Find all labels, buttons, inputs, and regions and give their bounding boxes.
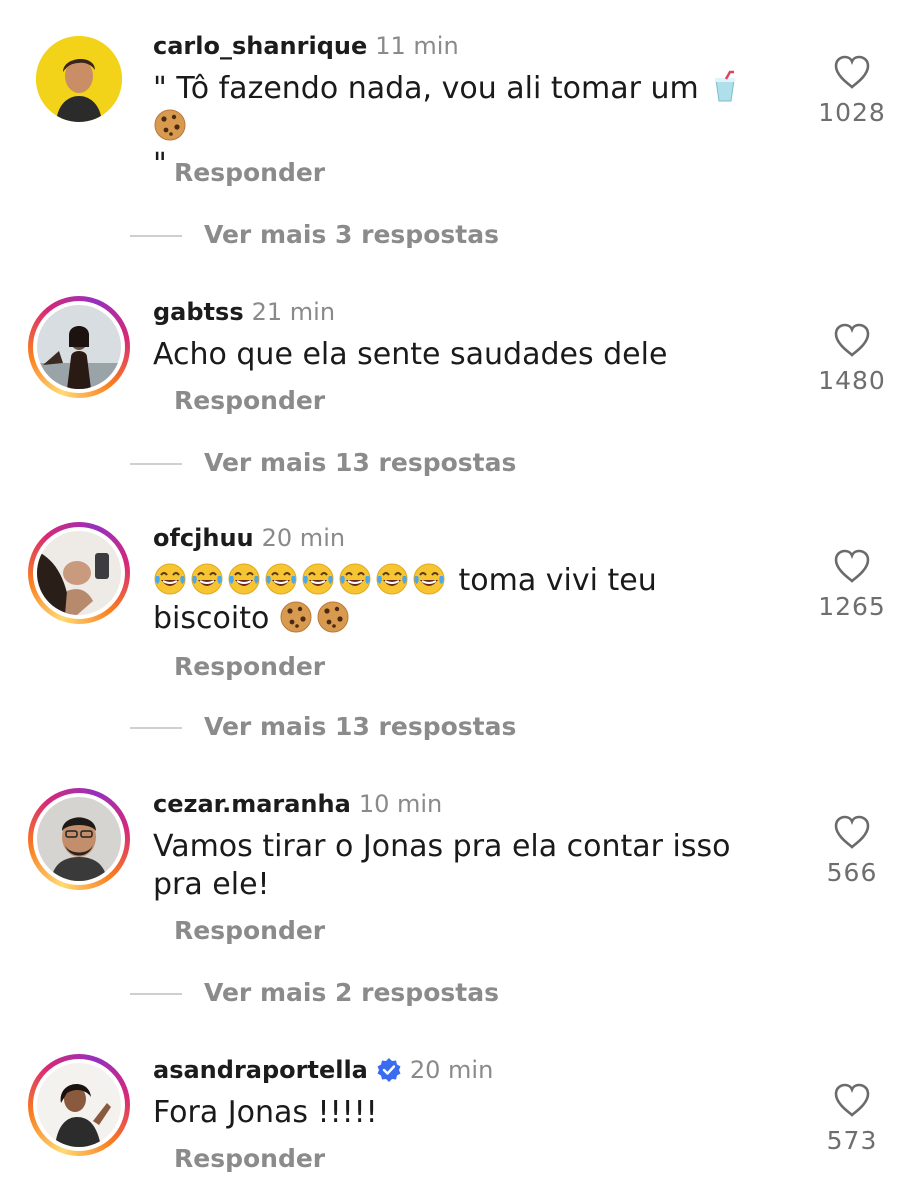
like-count: 1265 [818, 592, 886, 621]
laugh-emoji-icon [191, 563, 223, 595]
avatar-image [36, 36, 122, 122]
divider [130, 727, 182, 729]
laugh-emoji-icon [154, 563, 186, 595]
view-more-replies-button[interactable]: Ver mais 3 respostas [130, 220, 499, 249]
cup-with-straw-icon [715, 70, 736, 102]
heart-outline-icon [834, 323, 870, 357]
laugh-emoji-group [153, 563, 459, 598]
like-count: 1028 [818, 98, 886, 127]
avatar[interactable] [28, 1054, 130, 1156]
cookie-icon [317, 601, 349, 633]
timestamp: 20 min [261, 524, 346, 552]
timestamp: 10 min [358, 790, 443, 818]
verified-badge-icon [377, 1058, 401, 1082]
reply-button[interactable]: Responder [174, 652, 325, 681]
like-count: 1480 [818, 366, 886, 395]
timestamp: 21 min [251, 298, 336, 326]
divider [130, 993, 182, 995]
view-more-replies-button[interactable]: Ver mais 2 respostas [130, 978, 499, 1007]
avatar[interactable] [28, 788, 130, 890]
divider [130, 235, 182, 237]
avatar-image [37, 305, 121, 389]
like-button[interactable]: 573 [812, 1082, 892, 1155]
timestamp: 11 min [375, 32, 459, 60]
laugh-emoji-icon [413, 563, 445, 595]
laugh-emoji-icon [302, 563, 334, 595]
username[interactable]: carlo_shanrique [153, 32, 367, 60]
laugh-emoji-icon [228, 563, 260, 595]
username[interactable]: gabtss [153, 298, 244, 326]
avatar[interactable] [28, 522, 130, 624]
avatar-image [37, 1063, 121, 1147]
like-count: 566 [826, 858, 878, 887]
like-button[interactable]: 1265 [812, 548, 892, 621]
like-button[interactable]: 1028 [812, 54, 892, 127]
cookie-icon [154, 109, 186, 141]
reply-button[interactable]: Responder [174, 386, 325, 415]
heart-outline-icon [834, 815, 870, 849]
reply-button[interactable]: Responder [174, 158, 325, 187]
comment-text: Fora Jonas !!!!! [153, 1095, 378, 1130]
comment-text: toma vivi teu biscoito [153, 563, 657, 636]
avatar[interactable] [36, 36, 122, 122]
username[interactable]: ofcjhuu [153, 524, 254, 552]
view-more-replies-button[interactable]: Ver mais 13 respostas [130, 448, 516, 477]
avatar-image [37, 797, 121, 881]
laugh-emoji-icon [376, 563, 408, 595]
comment-text: Acho que ela sente saudades dele [153, 337, 668, 372]
username[interactable]: asandraportella [153, 1056, 368, 1084]
like-button[interactable]: 566 [812, 814, 892, 887]
like-button[interactable]: 1480 [812, 322, 892, 395]
like-count: 573 [826, 1126, 878, 1155]
avatar[interactable] [28, 296, 130, 398]
username[interactable]: cezar.maranha [153, 790, 351, 818]
laugh-emoji-icon [339, 563, 371, 595]
laugh-emoji-icon [265, 563, 297, 595]
reply-button[interactable]: Responder [174, 1144, 325, 1173]
heart-outline-icon [834, 55, 870, 89]
avatar-image [37, 531, 121, 615]
timestamp: 20 min [409, 1056, 494, 1084]
comment-text: Vamos tirar o Jonas pra ela contar isso … [153, 829, 731, 902]
heart-outline-icon [834, 1083, 870, 1117]
cookie-icon [280, 601, 312, 633]
divider [130, 463, 182, 465]
view-more-replies-button[interactable]: Ver mais 13 respostas [130, 712, 516, 741]
reply-button[interactable]: Responder [174, 916, 325, 945]
heart-outline-icon [834, 549, 870, 583]
